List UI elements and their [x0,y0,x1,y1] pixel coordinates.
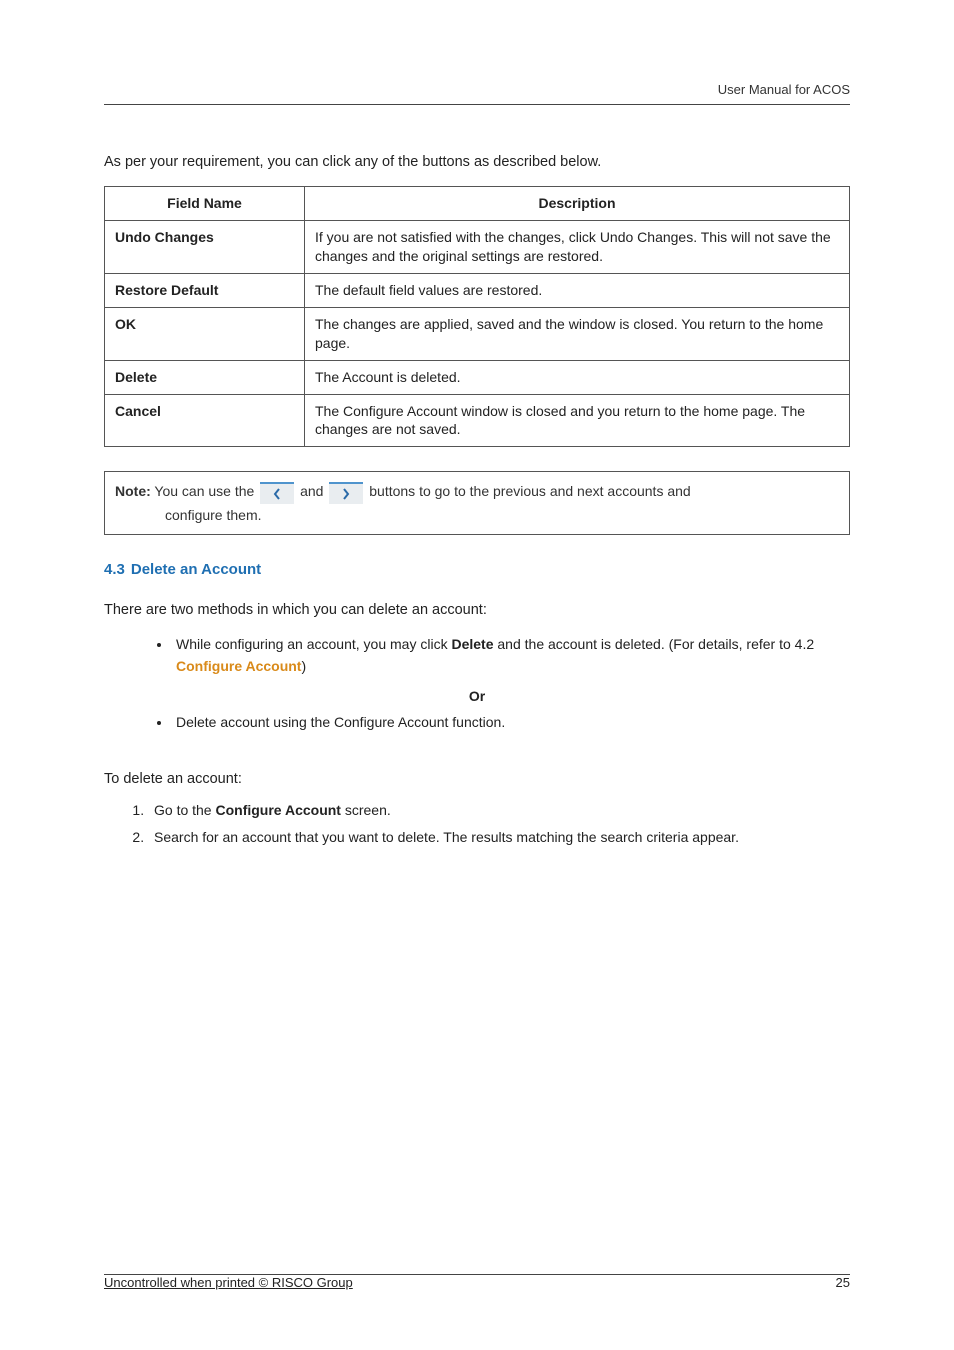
prev-button[interactable] [260,482,294,504]
bullet1-mid: and the account is deleted. (For details… [494,636,815,652]
note-line2: configure them. [115,504,839,526]
footer-copyright: Uncontrolled when printed © RISCO Group [104,1275,353,1290]
section-title: Delete an Account [131,561,261,578]
chevron-right-icon [341,487,351,501]
note-text-1: You can use the [151,483,258,499]
chevron-left-icon [272,487,282,501]
th-field-name: Field Name [105,187,305,221]
steps-list: Go to the Configure Account screen. Sear… [148,800,850,849]
bullet1-bold: Delete [451,636,493,652]
cell-field: Undo Changes [105,221,305,274]
cell-desc: The Account is deleted. [305,360,850,394]
list-item: Delete account using the Configure Accou… [172,712,850,734]
table-row: Restore Default The default field values… [105,273,850,307]
section-heading: 4.3 Delete an Account [104,561,850,578]
note-box: Note: You can use the and buttons to go … [104,471,850,535]
note-text-2: buttons to go to the previous and next a… [365,483,690,499]
fields-table: Field Name Description Undo Changes If y… [104,186,850,447]
section-number: 4.3 [104,561,125,578]
bullet1-lead: While configuring an account, you may cl… [176,636,451,652]
cell-desc: The default field values are restored. [305,273,850,307]
cell-desc: If you are not satisfied with the change… [305,221,850,274]
note-label: Note: [115,483,151,499]
header-rule [104,104,850,105]
cell-field: OK [105,307,305,360]
paragraph-1: There are two methods in which you can d… [104,600,850,620]
next-button[interactable] [329,482,363,504]
bullet1-tail: ) [301,658,306,674]
list-item: Search for an account that you want to d… [148,827,850,849]
cell-field: Restore Default [105,273,305,307]
table-row: OK The changes are applied, saved and th… [105,307,850,360]
th-description: Description [305,187,850,221]
cell-desc: The changes are applied, saved and the w… [305,307,850,360]
note-and: and [296,483,327,499]
step1-bold: Configure Account [215,802,340,818]
page-number: 25 [836,1275,850,1290]
paragraph-2: To delete an account: [104,769,850,789]
intro-text: As per your requirement, you can click a… [104,152,850,172]
cell-field: Cancel [105,394,305,447]
table-row: Cancel The Configure Account window is c… [105,394,850,447]
table-row: Delete The Account is deleted. [105,360,850,394]
bullet-list-2: Delete account using the Configure Accou… [172,712,850,734]
table-row: Undo Changes If you are not satisfied wi… [105,221,850,274]
step1-tail: screen. [341,802,391,818]
bullet-list: While configuring an account, you may cl… [172,634,850,677]
footer: Uncontrolled when printed © RISCO Group … [104,1275,850,1290]
configure-account-link[interactable]: Configure Account [176,658,301,674]
list-item: While configuring an account, you may cl… [172,634,850,677]
header-doc-title: User Manual for ACOS [718,82,850,97]
main-content: As per your requirement, you can click a… [104,152,850,849]
cell-field: Delete [105,360,305,394]
or-separator: Or [104,688,850,704]
list-item: Go to the Configure Account screen. [148,800,850,822]
cell-desc: The Configure Account window is closed a… [305,394,850,447]
step1-lead: Go to the [154,802,215,818]
